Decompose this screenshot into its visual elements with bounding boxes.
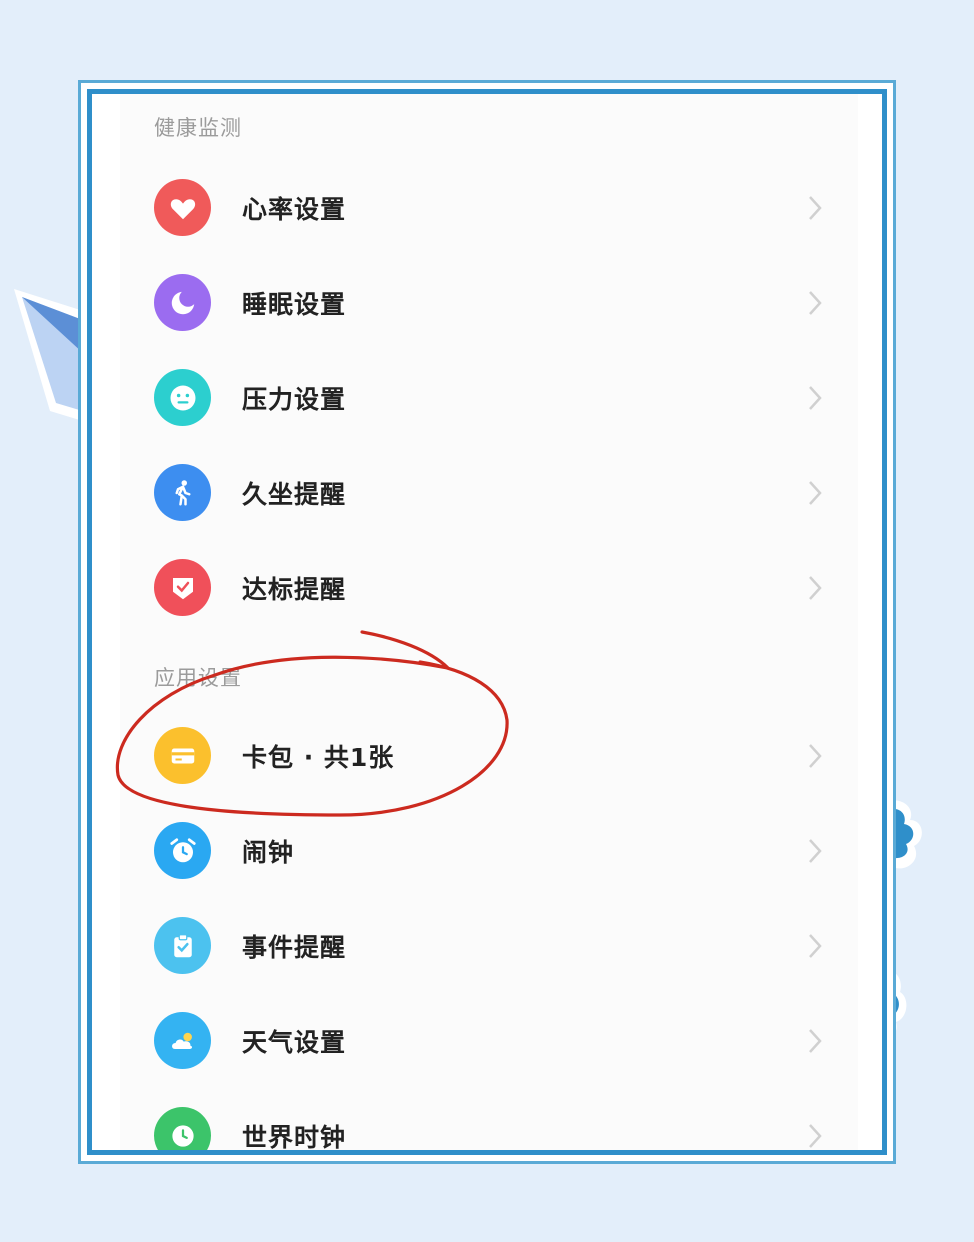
section-title-app: 应用设置 <box>154 666 242 690</box>
menu-item-sedentary-reminder[interactable]: 久坐提醒 <box>120 445 858 540</box>
menu-item-card-wallet[interactable]: 卡包 · 共1张 <box>120 708 858 803</box>
menu-item-world-clock[interactable]: 世界时钟 <box>120 1088 858 1150</box>
chevron-right-icon <box>809 744 822 768</box>
phone-frame: 健康监测 心率设置 睡眠设置 压力设置 久坐提醒 达标提醒 应用设置 卡包 · … <box>87 89 887 1155</box>
clock-icon <box>154 1107 211 1150</box>
moon-icon <box>154 274 211 331</box>
menu-item-label: 心率设置 <box>242 195 347 224</box>
chevron-right-icon <box>809 576 822 600</box>
badge-check-icon <box>154 559 211 616</box>
chevron-right-icon <box>809 1029 822 1053</box>
menu-item-label: 压力设置 <box>242 385 347 414</box>
menu-item-label: 天气设置 <box>242 1028 347 1057</box>
menu-item-label: 睡眠设置 <box>242 290 347 319</box>
chevron-right-icon <box>809 934 822 958</box>
menu-item-label: 世界时钟 <box>242 1123 347 1150</box>
alarm-clock-icon <box>154 822 211 879</box>
menu-item-event-reminder[interactable]: 事件提醒 <box>120 898 858 993</box>
menu-item-heart-rate[interactable]: 心率设置 <box>120 160 858 255</box>
walking-person-icon <box>154 464 211 521</box>
chevron-right-icon <box>809 196 822 220</box>
menu-item-alarm[interactable]: 闹钟 <box>120 803 858 898</box>
menu-item-label: 卡包 · 共1张 <box>242 743 395 772</box>
weather-icon <box>154 1012 211 1069</box>
chevron-right-icon <box>809 481 822 505</box>
chevron-right-icon <box>809 839 822 863</box>
menu-item-sleep[interactable]: 睡眠设置 <box>120 255 858 350</box>
section-title-health: 健康监测 <box>154 116 242 140</box>
menu-item-goal-reminder[interactable]: 达标提醒 <box>120 540 858 635</box>
menu-item-stress[interactable]: 压力设置 <box>120 350 858 445</box>
menu-item-label: 闹钟 <box>242 838 295 867</box>
menu-item-label: 达标提醒 <box>242 575 347 604</box>
menu-item-label: 久坐提醒 <box>242 480 347 509</box>
face-icon <box>154 369 211 426</box>
heart-icon <box>154 179 211 236</box>
chevron-right-icon <box>809 386 822 410</box>
menu-item-label: 事件提醒 <box>242 933 347 962</box>
chevron-right-icon <box>809 291 822 315</box>
clipboard-check-icon <box>154 917 211 974</box>
settings-screen: 健康监测 心率设置 睡眠设置 压力设置 久坐提醒 达标提醒 应用设置 卡包 · … <box>120 94 858 1150</box>
menu-item-weather[interactable]: 天气设置 <box>120 993 858 1088</box>
card-icon <box>154 727 211 784</box>
chevron-right-icon <box>809 1124 822 1148</box>
